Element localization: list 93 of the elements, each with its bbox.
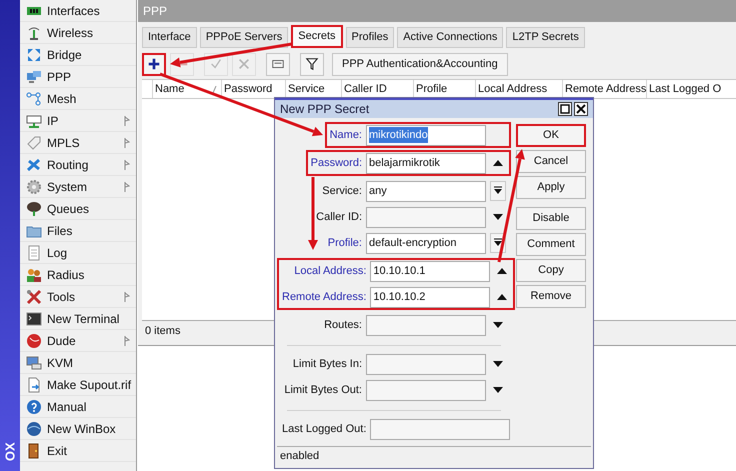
sidebar-item[interactable]: KVM	[20, 352, 136, 374]
tab[interactable]: Interface	[142, 27, 197, 48]
input-field[interactable]	[366, 314, 486, 336]
field-label: Routes:	[324, 318, 362, 333]
sidebar-item[interactable]: Exit	[20, 440, 136, 462]
note-icon	[271, 57, 285, 71]
input-field[interactable]	[366, 354, 486, 374]
input-field[interactable]: 10.10.10.1	[370, 260, 490, 282]
sidebar-item[interactable]: Queues	[20, 198, 136, 220]
column-header[interactable]: Last Logged O	[647, 80, 736, 98]
document-icon	[26, 244, 42, 260]
field-label: Password:	[310, 156, 362, 171]
tab[interactable]: PPPoE Servers	[200, 27, 288, 48]
antenna-icon	[26, 24, 42, 40]
network-box-icon	[26, 112, 42, 128]
sidebar-item[interactable]: New Terminal	[20, 308, 136, 330]
filter-icon	[305, 57, 319, 71]
field-label: Remote Address:	[282, 290, 366, 305]
window-title: PPP	[143, 3, 168, 20]
sidebar-item[interactable]: IP	[20, 110, 136, 132]
input-field[interactable]	[370, 418, 510, 440]
tab[interactable]: L2TP Secrets	[506, 27, 585, 48]
add-button[interactable]	[142, 52, 166, 76]
cross-icon	[237, 57, 251, 71]
ball-icon	[26, 332, 42, 348]
sidebar-item[interactable]: Dude	[20, 330, 136, 352]
input-field[interactable]: mikrotikindo	[366, 124, 486, 146]
field-label: Limit Bytes Out:	[284, 382, 362, 398]
sidebar-item[interactable]: Files	[20, 220, 136, 242]
sidebar-item[interactable]: Interfaces	[20, 0, 136, 22]
people-icon	[26, 266, 42, 282]
arrows-icon	[26, 46, 42, 62]
sidebar-item[interactable]: MPLS	[20, 132, 136, 154]
gear-icon	[26, 178, 42, 194]
dropdown-button[interactable]	[490, 181, 506, 201]
maximize-button[interactable]	[558, 102, 572, 116]
filter-button[interactable]	[300, 52, 324, 76]
tab[interactable]: Secrets	[291, 25, 343, 48]
item-count: 0 items	[145, 324, 180, 340]
sidebar-item[interactable]: Wireless	[20, 22, 136, 44]
dialog-button[interactable]: Copy	[516, 259, 586, 282]
sidebar-item[interactable]: Tools	[20, 286, 136, 308]
field-label: Caller ID:	[316, 210, 362, 225]
comment-button[interactable]	[266, 52, 290, 76]
tab[interactable]: Active Connections	[397, 27, 504, 48]
sidebar-item[interactable]: Make Supout.rif	[20, 374, 136, 396]
sidebar-item[interactable]: System	[20, 176, 136, 198]
help-icon	[26, 398, 42, 414]
field-label: Name:	[330, 128, 362, 143]
dialog-button[interactable]: Comment	[516, 233, 586, 256]
nodes-icon	[26, 90, 42, 106]
sidebar-item[interactable]: New WinBox	[20, 418, 136, 440]
dialog-button[interactable]: Disable	[516, 207, 586, 230]
check-icon	[209, 57, 223, 71]
input-field[interactable]: any	[366, 180, 486, 202]
input-field[interactable]: 10.10.10.2	[370, 286, 490, 308]
sidebar-item[interactable]: Bridge	[20, 44, 136, 66]
sidebar-item[interactable]: Mesh	[20, 88, 136, 110]
sidebar-item[interactable]: Routing	[20, 154, 136, 176]
tag-icon	[26, 134, 42, 150]
dialog-status: enabled	[280, 449, 320, 464]
sidebar-item[interactable]: Radius	[20, 264, 136, 286]
accounting-button[interactable]: PPP Authentication&Accounting	[332, 52, 508, 76]
column-header[interactable]: Name	[153, 80, 222, 98]
terminal-icon	[26, 310, 42, 326]
input-field[interactable]: belajarmikrotik	[366, 152, 486, 174]
dialog-button[interactable]: OK	[516, 124, 586, 147]
tree-icon	[26, 200, 42, 216]
tab[interactable]: Profiles	[346, 27, 394, 48]
close-button[interactable]	[574, 102, 588, 116]
tools-icon	[26, 288, 42, 304]
field-label: Last Logged Out:	[282, 422, 366, 437]
input-field[interactable]: default-encryption	[366, 232, 486, 254]
field-label: Limit Bytes In:	[292, 356, 362, 372]
document-arrow-icon	[26, 376, 42, 392]
monitor-icon	[26, 354, 42, 370]
sidebar-item[interactable]: PPP	[20, 66, 136, 88]
dialog-button[interactable]: Cancel	[516, 150, 586, 173]
dialog-title: New PPP Secret	[280, 101, 370, 118]
crossed-arrows-icon	[26, 156, 42, 172]
plus-icon	[147, 57, 161, 71]
sidebar-caption: OX	[1, 442, 18, 462]
globe-icon	[26, 420, 42, 436]
dialog-button[interactable]: Apply	[516, 176, 586, 199]
dialog-button[interactable]: Remove	[516, 285, 586, 308]
input-field[interactable]	[366, 380, 486, 400]
field-label: Profile:	[328, 236, 362, 251]
computer-icon	[26, 68, 42, 84]
input-field[interactable]	[366, 206, 486, 228]
sidebar-item[interactable]: Log	[20, 242, 136, 264]
sidebar-item[interactable]: Manual	[20, 396, 136, 418]
field-label: Local Address:	[294, 264, 366, 279]
field-label: Service:	[322, 184, 362, 199]
